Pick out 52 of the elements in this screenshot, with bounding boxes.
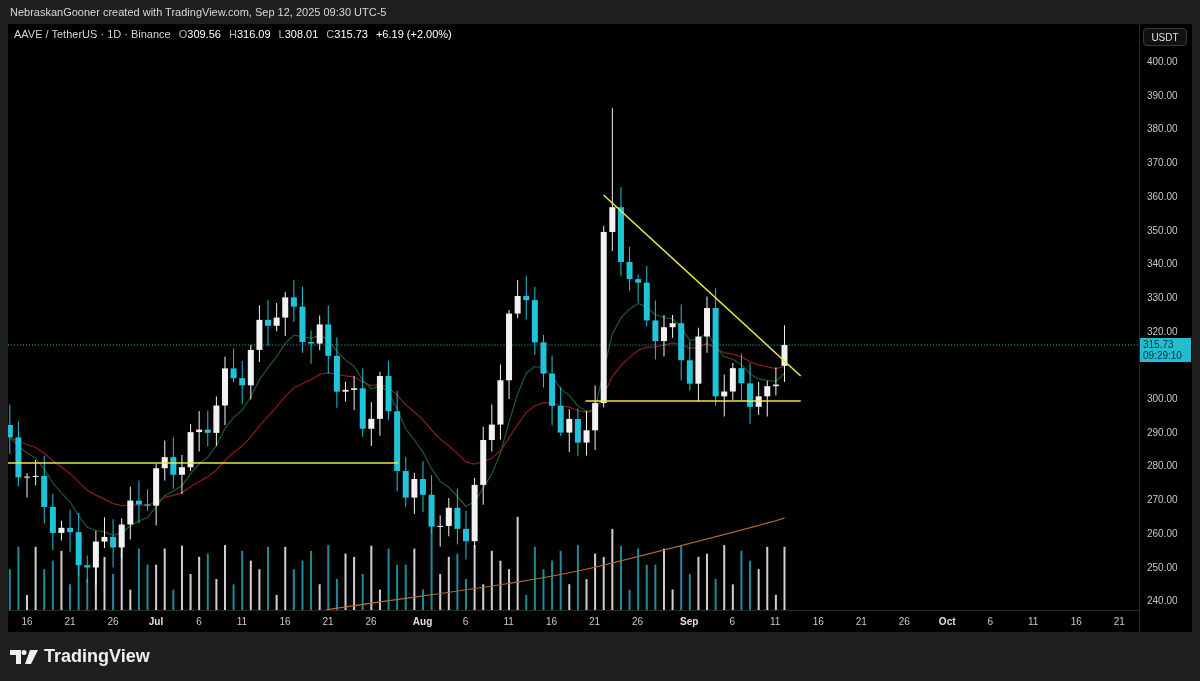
time-axis-label: Jul [148, 616, 164, 627]
time-axis-label: 6 [729, 616, 735, 627]
time-axis-label: 26 [365, 616, 377, 627]
price-axis-label: 360.00 [1147, 190, 1178, 202]
price-axis-label: 250.00 [1147, 561, 1178, 572]
price-axis-label: 240.00 [1147, 594, 1178, 606]
price-axis-label: 370.00 [1147, 156, 1178, 168]
time-axis-label: 11 [1028, 616, 1039, 627]
price-axis-label: 300.00 [1147, 392, 1178, 404]
time-axis-label: 11 [236, 616, 248, 627]
time-axis-label: 26 [898, 616, 910, 627]
time-axis-label: 6 [987, 616, 993, 627]
last-price-badge: 315.73 09:29:10 [1140, 338, 1191, 362]
time-axis-label: 21 [855, 616, 867, 627]
price-axis-label: 290.00 [1147, 426, 1178, 438]
ohlc-value: C315.73 [326, 28, 368, 40]
time-axis-label: 6 [196, 616, 202, 627]
time-axis-label: 21 [1113, 616, 1125, 627]
time-axis-label: Aug [412, 616, 433, 627]
time-axis-label: 21 [589, 616, 601, 627]
price-axis-label: 280.00 [1147, 459, 1178, 471]
time-axis-label: 16 [21, 616, 33, 627]
symbol-title: AAVE / TetherUS · 1D · Binance [14, 28, 171, 40]
ohlc-value: L308.01 [278, 28, 319, 40]
time-axis-label: 26 [632, 616, 644, 627]
price-axis-label: 340.00 [1147, 257, 1178, 269]
time-axis-label: 11 [770, 616, 781, 627]
time-axis-label: 21 [64, 616, 76, 627]
ohlc-value: O309.56 [178, 28, 221, 40]
chart-caption: NebraskanGooner created with TradingView.com, Sep 12, 2025 09:30 UTC-5 [9, 5, 388, 20]
time-axis-label: 11 [503, 616, 514, 627]
time-axis-label: 6 [462, 616, 469, 627]
price-axis-label: 350.00 [1147, 224, 1178, 235]
currency-button[interactable]: USDT [1143, 28, 1187, 46]
price-axis-label: 400.00 [1147, 55, 1178, 67]
time-axis-label: 16 [812, 616, 824, 627]
time-axis-label: Sep [680, 616, 699, 627]
ohlc-value: H316.09 [228, 28, 271, 40]
time-axis-label: 26 [107, 616, 119, 627]
time-axis-label: 16 [546, 616, 558, 627]
price-axis-label: 390.00 [1147, 89, 1178, 101]
logo-text: TradingView [44, 646, 150, 667]
time-axis-label: 16 [1070, 616, 1082, 627]
time-axis-label: Oct [938, 616, 956, 627]
price-axis-label: 330.00 [1147, 291, 1178, 303]
time-axis-label: 21 [322, 616, 334, 627]
price-change: +6.19 (+2.00%) [375, 28, 452, 40]
price-axis-label: 260.00 [1147, 527, 1178, 539]
price-axis-label: 270.00 [1147, 493, 1178, 505]
price-axis-label: 320.00 [1147, 325, 1178, 337]
price-axis-label: 380.00 [1147, 122, 1178, 134]
time-axis-label: 16 [279, 616, 291, 627]
